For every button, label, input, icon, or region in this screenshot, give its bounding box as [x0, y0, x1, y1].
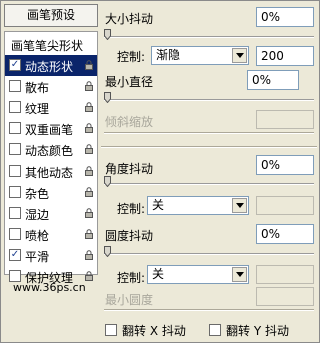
list-item-label: 平滑: [25, 249, 50, 264]
lock-icon[interactable]: [84, 102, 94, 113]
tilt-scale-input: [256, 110, 314, 129]
min-roundness-label: 最小圆度: [105, 293, 154, 307]
min-roundness-input: [256, 287, 314, 306]
brush-options-sidebar: 画笔预设 画笔笔尖形状 ✓ 动态形状散布纹理双重画笔动态颜色其他动态杂色湿边喷枪 ✓…: [4, 4, 98, 338]
list-item-label: 动态形状: [25, 60, 74, 74]
lock-icon[interactable]: [84, 60, 94, 70]
flip-y-label: 翻转 Y 抖动: [226, 324, 289, 338]
lock-icon[interactable]: [84, 229, 94, 239]
lock-icon[interactable]: [84, 123, 94, 134]
chevron-down-icon[interactable]: [232, 267, 247, 282]
roundness-control-label: 控制:: [117, 271, 146, 285]
size-jitter-input[interactable]: 0%: [256, 7, 314, 27]
list-item-brush-tip-shape[interactable]: 画笔笔尖形状: [5, 34, 97, 55]
list-item[interactable]: 杂色: [5, 182, 97, 203]
tilt-scale-label: 倾斜缩放: [105, 115, 154, 129]
min-diameter-input[interactable]: 0%: [247, 70, 299, 90]
checkbox[interactable]: [9, 227, 21, 240]
lock-icon[interactable]: [84, 271, 94, 281]
checkbox[interactable]: [9, 143, 21, 156]
checkbox[interactable]: ✓: [9, 59, 21, 71]
lock-icon[interactable]: [84, 81, 94, 92]
min-diameter-label: 最小直径: [105, 75, 154, 89]
angle-control-label: 控制:: [117, 202, 146, 216]
size-control-value: 渐隐: [156, 48, 181, 62]
chevron-down-icon[interactable]: [232, 48, 247, 63]
roundness-control-select[interactable]: 关: [147, 265, 249, 284]
list-item[interactable]: 其他动态: [5, 161, 97, 182]
list-item-label: 湿边: [25, 207, 50, 222]
list-item-label: 其他动态: [25, 165, 74, 180]
flip-y-checkbox[interactable]: [209, 324, 221, 336]
slider-thumb-icon[interactable]: [104, 29, 111, 40]
chevron-down-icon[interactable]: [232, 198, 247, 213]
list-item-label: 杂色: [25, 186, 50, 201]
list-item[interactable]: 散布: [5, 76, 97, 97]
lock-icon[interactable]: [84, 250, 94, 260]
roundness-control-value: 关: [152, 267, 165, 281]
angle-jitter-input[interactable]: 0%: [256, 155, 314, 175]
checkbox[interactable]: [9, 185, 21, 198]
list-item[interactable]: 双重画笔: [5, 118, 97, 139]
flip-x-checkbox[interactable]: [105, 324, 117, 336]
lock-icon[interactable]: [84, 208, 94, 218]
angle-jitter-label: 角度抖动: [105, 162, 154, 176]
brushes-panel: 画笔预设 画笔笔尖形状 ✓ 动态形状散布纹理双重画笔动态颜色其他动态杂色湿边喷枪 ✓…: [0, 0, 320, 343]
slider-thumb-icon[interactable]: [104, 246, 111, 257]
list-item[interactable]: ✓ 平滑: [5, 245, 97, 266]
list-item-label: 纹理: [25, 102, 50, 117]
checkbox[interactable]: [9, 122, 21, 135]
brush-dynamics-settings: 大小抖动 0% 控制: 渐隐 200 最小直径 0% 倾斜缩放 角度抖动 0%: [101, 4, 317, 338]
section-divider: [101, 146, 317, 148]
list-item-label: 喷枪: [25, 228, 50, 243]
min-roundness-slider-disabled: [104, 309, 314, 311]
checkbox[interactable]: [9, 206, 21, 219]
roundness-jitter-label: 圆度抖动: [105, 229, 154, 243]
brush-settings-list: 画笔笔尖形状 ✓ 动态形状 散布 纹理 双重画笔 动态颜色 其他动态 杂色 湿边 喷枪 ✓ 平滑 保护纹…: [4, 31, 98, 285]
slider-thumb-icon[interactable]: [104, 92, 111, 103]
roundness-jitter-input[interactable]: 0%: [256, 224, 314, 244]
list-item[interactable]: 纹理: [5, 97, 97, 118]
list-item[interactable]: 湿边: [5, 203, 97, 224]
list-item[interactable]: 动态颜色: [5, 139, 97, 160]
angle-control-select[interactable]: 关: [147, 196, 249, 215]
watermark-text: www.36ps.cn: [13, 281, 86, 294]
lock-icon[interactable]: [84, 165, 94, 176]
size-control-label: 控制:: [117, 50, 146, 64]
checkbox[interactable]: ✓: [9, 248, 21, 261]
brush-presets-button[interactable]: 画笔预设: [4, 4, 98, 27]
min-diameter-slider[interactable]: [104, 92, 314, 104]
angle-control-input-disabled: [256, 196, 314, 215]
size-jitter-slider[interactable]: [104, 29, 314, 41]
list-item-label: 散布: [25, 81, 50, 96]
checkbox[interactable]: [9, 101, 21, 114]
roundness-jitter-slider[interactable]: [104, 246, 314, 258]
tilt-scale-slider-disabled: [104, 132, 314, 134]
size-control-select[interactable]: 渐隐: [151, 46, 249, 65]
roundness-control-input-disabled: [256, 265, 314, 284]
angle-jitter-slider[interactable]: [104, 176, 314, 188]
lock-icon[interactable]: [84, 144, 94, 155]
list-item-label: 双重画笔: [25, 123, 74, 138]
list-item-label: 画笔笔尖形状: [11, 39, 84, 53]
angle-control-value: 关: [152, 198, 165, 212]
list-item-label: 动态颜色: [25, 144, 74, 159]
list-item[interactable]: ✓ 动态形状: [5, 55, 97, 76]
lock-icon[interactable]: [84, 186, 94, 197]
checkbox[interactable]: [9, 80, 21, 93]
flip-x-label: 翻转 X 抖动: [122, 324, 186, 338]
slider-thumb-icon[interactable]: [104, 176, 111, 187]
size-jitter-label: 大小抖动: [105, 12, 154, 26]
fade-steps-input[interactable]: 200: [256, 46, 314, 66]
list-item[interactable]: 喷枪: [5, 224, 97, 245]
checkbox[interactable]: [9, 164, 21, 177]
